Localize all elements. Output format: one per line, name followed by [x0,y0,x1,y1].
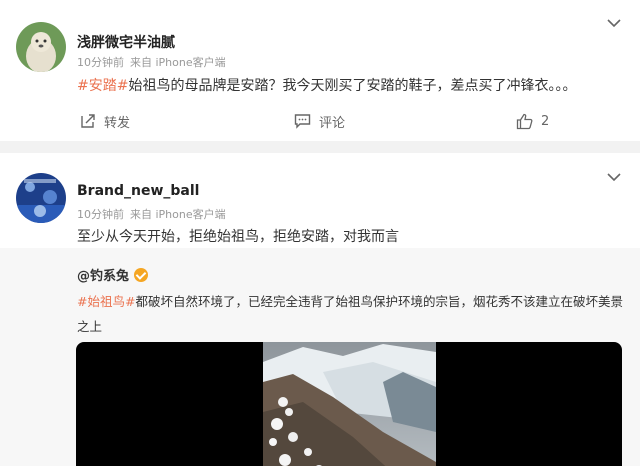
username[interactable]: Brand_new_ball [77,183,199,199]
comment-icon [294,114,311,129]
repost-label: 转发 [104,115,131,131]
username[interactable]: 浅胖微宅半油腻 [77,32,175,52]
reposted-content[interactable]: @钓系兔 #始祖鸟#都破坏自然环境了，已经完全违背了始祖鸟保护环境的宗旨，烟花秀… [0,248,640,466]
chevron-down-icon[interactable] [606,172,622,182]
like-icon [516,113,533,129]
video-player[interactable] [76,342,622,466]
repost-icon [81,114,95,128]
reposted-body: 都破坏自然环境了，已经完全违背了始祖鸟保护环境的宗旨，烟花秀不该建立在破坏美景之… [77,294,623,334]
post-source: 来自 iPhone客户端 [130,56,226,69]
video-thumbnail [263,342,436,466]
chevron-down-icon[interactable] [606,18,622,28]
avatar[interactable] [16,173,66,223]
comment-label: 评论 [319,115,346,131]
like-button[interactable]: 2 [516,106,549,136]
hashtag-link[interactable]: #安踏# [77,78,128,94]
verified-icon [134,267,149,282]
feed-post: 浅胖微宅半油腻 10分钟前 来自 iPhone客户端 #安踏#始祖鸟的母品牌是安踏… [0,0,640,141]
repost-button[interactable]: 转发 [80,106,130,136]
post-source: 来自 iPhone客户端 [130,208,226,221]
reposted-text: #始祖鸟#都破坏自然环境了，已经完全违背了始祖鸟保护环境的宗旨，烟花秀不该建立在… [77,289,625,339]
hashtag-link[interactable]: #始祖鸟# [77,294,135,309]
timestamp[interactable]: 10分钟前 [77,56,124,69]
like-count: 2 [541,113,550,129]
post-text: #安踏#始祖鸟的母品牌是安踏？我今天刚买了安踏的鞋子，差点买了冲锋衣。。。 [77,75,576,95]
post-meta: 10分钟前 来自 iPhone客户端 [77,206,226,222]
post-meta: 10分钟前 来自 iPhone客户端 [77,54,226,70]
timestamp[interactable]: 10分钟前 [77,208,124,221]
avatar[interactable] [16,22,66,72]
feed-post: Brand_new_ball 10分钟前 来自 iPhone客户端 至少从今天开始… [0,153,640,466]
comment-button[interactable]: 评论 [294,106,345,136]
action-bar: 转发 评论 2 [0,106,640,136]
reposted-username[interactable]: @钓系兔 [77,265,149,284]
post-body: 始祖鸟的母品牌是安踏？我今天刚买了安踏的鞋子，差点买了冲锋衣。。。 [128,78,577,94]
post-text: 至少从今天开始，拒绝始祖鸟，拒绝安踏，对我而言 [77,229,399,245]
reposted-username-text: @钓系兔 [77,269,130,284]
